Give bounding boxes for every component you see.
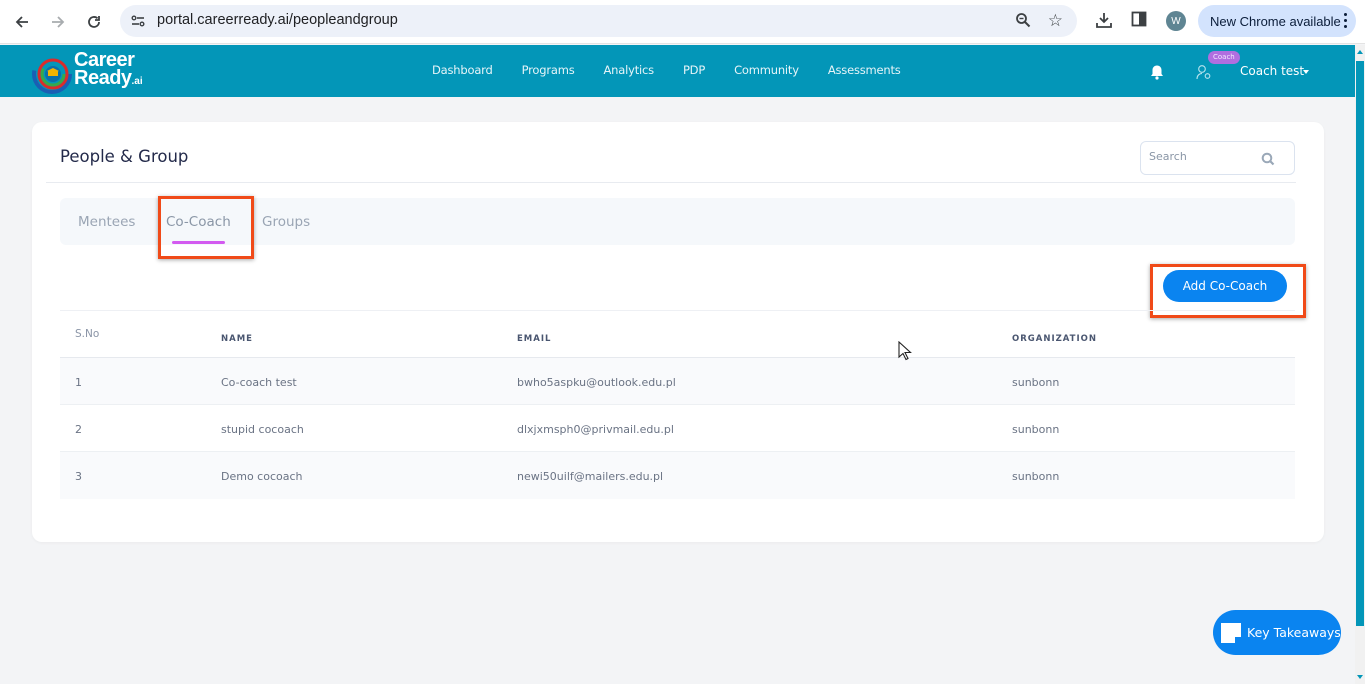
main-nav: Dashboard Programs Analytics PDP Communi… [432, 63, 930, 77]
scroll-up-arrow-icon[interactable] [1357, 50, 1363, 54]
update-label: New Chrome available [1210, 13, 1341, 29]
zoom-icon[interactable] [1015, 12, 1031, 32]
page-scrollbar[interactable] [1355, 45, 1365, 684]
new-chrome-available-button[interactable]: New Chrome available [1198, 5, 1356, 37]
key-takeaways-button[interactable]: Key Takeaways [1213, 610, 1341, 655]
column-header-sno: S.No [75, 328, 100, 340]
more-menu-icon[interactable] [1344, 11, 1347, 29]
reload-icon [88, 16, 100, 28]
cell-sno: 2 [75, 423, 82, 436]
nav-dashboard[interactable]: Dashboard [432, 63, 493, 77]
app-header: Career Ready.ai Dashboard Programs Analy… [0, 45, 1355, 97]
careerready-logo[interactable]: Career Ready.ai [32, 50, 157, 94]
cell-organization: sunbonn [1012, 376, 1060, 389]
forward-button[interactable] [46, 10, 70, 34]
search-input[interactable] [1149, 150, 1259, 163]
cell-name: Demo cocoach [221, 470, 303, 483]
profile-avatar[interactable]: W [1166, 11, 1186, 31]
header-divider [46, 182, 1296, 183]
sticky-note-icon [1221, 622, 1241, 643]
table-row[interactable]: 1 Co-coach test bwho5aspku@outlook.edu.p… [60, 358, 1295, 405]
bookmark-star-icon[interactable]: ☆ [1048, 11, 1063, 31]
page-title: People & Group [60, 147, 189, 166]
notifications-bell-icon[interactable] [1149, 64, 1165, 84]
user-switch-icon[interactable] [1196, 64, 1212, 84]
scroll-down-arrow-icon[interactable] [1357, 675, 1363, 679]
people-group-card: People & Group Mentees Co-Coach Groups A… [32, 122, 1324, 542]
back-button[interactable] [10, 10, 34, 34]
browser-toolbar: portal.careerready.ai/peopleandgroup ☆ W… [0, 0, 1365, 44]
back-icon [15, 16, 28, 28]
forward-icon [52, 16, 65, 28]
cell-name: Co-coach test [221, 376, 297, 389]
cell-email: bwho5aspku@outlook.edu.pl [517, 376, 676, 389]
key-takeaways-label: Key Takeaways [1247, 625, 1341, 640]
cell-name: stupid cocoach [221, 423, 304, 436]
logo-suffix: .ai [131, 76, 143, 87]
nav-analytics[interactable]: Analytics [604, 63, 655, 77]
table-row[interactable]: 2 stupid cocoach dlxjxmsph0@privmail.edu… [60, 405, 1295, 452]
table-row[interactable]: 3 Demo cocoach newi50uilf@mailers.edu.pl… [60, 452, 1295, 499]
site-settings-icon[interactable] [128, 11, 148, 31]
mouse-cursor-icon [898, 341, 912, 361]
table-header: S.No NAME EMAIL ORGANIZATION [60, 310, 1295, 358]
nav-pdp[interactable]: PDP [683, 63, 705, 77]
logo-line2: Ready [74, 67, 132, 89]
search-field[interactable] [1140, 141, 1295, 175]
tab-groups[interactable]: Groups [262, 214, 310, 230]
column-header-organization: ORGANIZATION [1012, 334, 1097, 344]
cell-organization: sunbonn [1012, 423, 1060, 436]
nav-community[interactable]: Community [734, 63, 799, 77]
download-icon[interactable] [1095, 11, 1113, 33]
co-coach-table: S.No NAME EMAIL ORGANIZATION 1 Co-coach … [60, 310, 1295, 499]
search-icon[interactable] [1261, 151, 1275, 170]
caret-down-icon[interactable] [1303, 70, 1309, 74]
user-menu-toggle[interactable]: Coach test [1240, 64, 1304, 78]
nav-programs[interactable]: Programs [522, 63, 575, 77]
side-panel-icon[interactable] [1131, 11, 1147, 31]
reload-button[interactable] [82, 10, 106, 34]
scrollbar-thumb[interactable] [1356, 61, 1364, 626]
cell-sno: 3 [75, 470, 82, 483]
column-header-name: NAME [221, 334, 253, 344]
cell-organization: sunbonn [1012, 470, 1060, 483]
logo-emblem-icon [32, 54, 72, 94]
annotation-highlight-co-coach-tab [158, 196, 254, 259]
tab-mentees[interactable]: Mentees [78, 214, 135, 230]
cell-email: dlxjxmsph0@privmail.edu.pl [517, 423, 674, 436]
role-badge: Coach [1208, 51, 1240, 64]
cell-email: newi50uilf@mailers.edu.pl [517, 470, 664, 483]
address-bar[interactable]: portal.careerready.ai/peopleandgroup ☆ [120, 5, 1077, 37]
cell-sno: 1 [75, 376, 82, 389]
url-text[interactable]: portal.careerready.ai/peopleandgroup [157, 12, 398, 28]
nav-assessments[interactable]: Assessments [828, 63, 901, 77]
column-header-email: EMAIL [517, 334, 552, 344]
